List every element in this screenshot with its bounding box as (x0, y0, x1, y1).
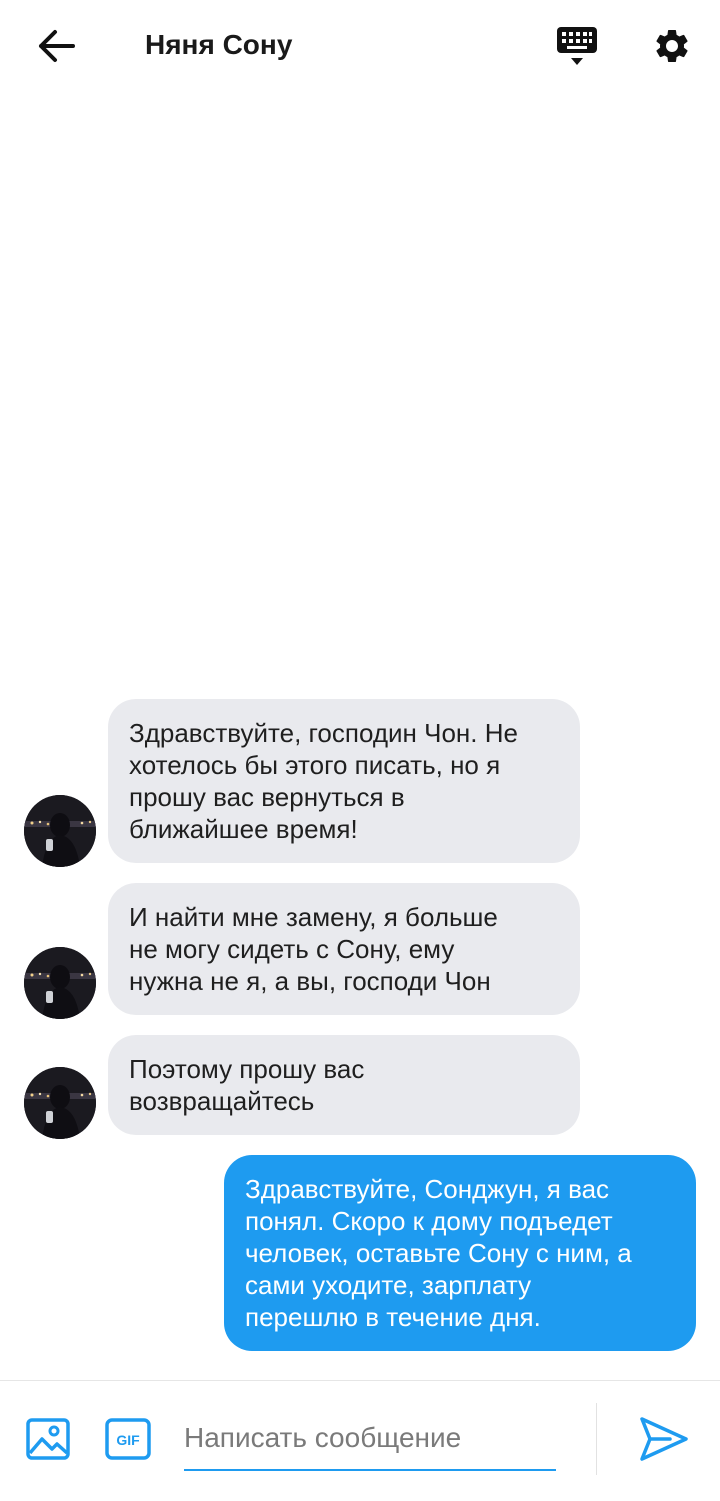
avatar-photo (24, 1067, 96, 1139)
image-icon (26, 1418, 70, 1460)
avatar[interactable] (24, 1067, 96, 1139)
message-text-line: ближайшее время! (129, 814, 358, 844)
send-button[interactable] (636, 1413, 692, 1465)
message-text-line: возвращайтесь (129, 1086, 315, 1116)
message-text-line: Поэтому прошу вас (129, 1054, 365, 1084)
message-text-line: хотелось бы этого писать, но я (129, 750, 501, 780)
message-text-line: перешлю в течение дня. (245, 1302, 541, 1332)
chat-header: Няня Сону (0, 0, 720, 92)
incoming-message[interactable]: И найти мне замену, я больше не могу сид… (108, 883, 580, 1015)
message-text-line: Здравствуйте, господин Чон. Не (129, 718, 518, 748)
message-text-line: сами уходите, зарплату (245, 1270, 532, 1300)
message-text-line: И найти мне замену, я больше (129, 902, 498, 932)
incoming-message[interactable]: Поэтому прошу вас возвращайтесь (108, 1035, 580, 1135)
attach-gif-button[interactable]: GIF (104, 1415, 152, 1463)
message-text-line: Здравствуйте, Сонджун, я вас (245, 1174, 610, 1204)
back-button[interactable] (30, 22, 82, 70)
avatar[interactable] (24, 795, 96, 867)
message-text-line: человек, оставьте Сону с ним, а (245, 1238, 632, 1268)
chat-title: Няня Сону (145, 29, 293, 60)
settings-button[interactable] (645, 20, 699, 72)
avatar-photo (24, 947, 96, 1019)
keyboard-button[interactable] (550, 20, 604, 72)
send-icon (640, 1417, 688, 1461)
message-text-line: не могу сидеть с Сону, ему (129, 934, 455, 964)
message-text-line: нужна не я, а вы, господи Чон (129, 966, 491, 996)
message-text-line: прошу вас вернуться в (129, 782, 405, 812)
message-input[interactable] (184, 1411, 556, 1465)
gif-label: GIF (116, 1432, 140, 1448)
gear-icon (656, 29, 688, 62)
keyboard-icon (557, 27, 597, 65)
avatar[interactable] (24, 947, 96, 1019)
incoming-message[interactable]: Здравствуйте, господин Чон. Не хотелось … (108, 699, 580, 863)
outgoing-message[interactable]: Здравствуйте, Сонджун, я вас понял. Скор… (224, 1155, 696, 1351)
composer-divider (596, 1403, 597, 1475)
gif-icon: GIF (105, 1418, 151, 1460)
attach-image-button[interactable] (24, 1415, 72, 1463)
message-text-line: понял. Скоро к дому подъедет (245, 1206, 613, 1236)
message-input-wrapper (184, 1411, 556, 1471)
avatar-photo (24, 795, 96, 867)
arrow-left-icon (39, 30, 75, 62)
message-composer: GIF (0, 1380, 720, 1501)
